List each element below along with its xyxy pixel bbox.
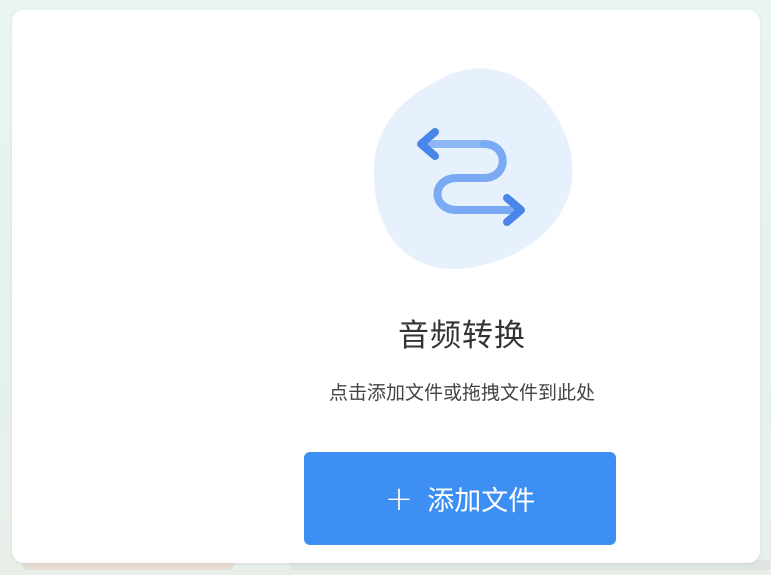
add-file-button-label: 添加文件 <box>427 486 536 517</box>
drop-zone[interactable]: 音频转换 点击添加文件或拖拽文件到此处 + 添加文件 <box>12 10 760 563</box>
page-title: 音频转换 <box>398 318 526 354</box>
swap-arrows-icon <box>373 68 573 270</box>
app-window: 音频转换 点击添加文件或拖拽文件到此处 + 添加文件 <box>0 0 771 575</box>
add-file-button[interactable]: + 添加文件 <box>304 452 616 545</box>
plus-icon: + <box>384 478 414 519</box>
drop-hint-text: 点击添加文件或拖拽文件到此处 <box>328 382 595 404</box>
illustration-background <box>373 68 573 270</box>
